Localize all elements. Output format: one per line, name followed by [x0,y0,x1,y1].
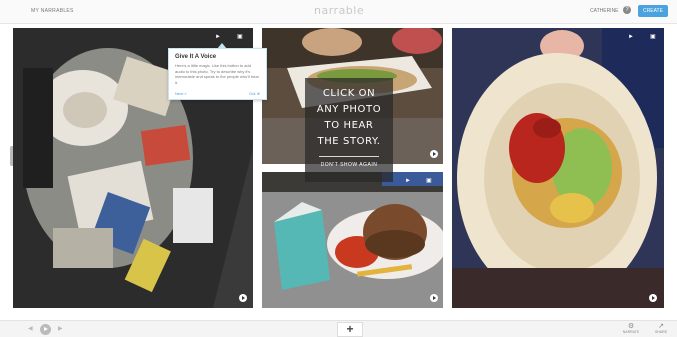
overlay-divider [319,156,379,157]
bottom-toolbar: ◀ ▶ + ⚙ NARRATE ↗ SHARE [0,320,677,337]
share-label: SHARE [654,330,668,334]
next-icon[interactable]: ▶ [58,326,66,332]
play-icon[interactable] [430,294,438,302]
photo-tile-burrito[interactable]: ► ▣ [452,28,664,308]
play-icon[interactable] [430,150,438,158]
user-menu[interactable]: CATHERINE [590,8,619,14]
image-icon[interactable]: ▣ [237,34,243,40]
burrito-photo [452,28,664,308]
image-icon[interactable]: ▣ [650,34,656,40]
play-icon[interactable] [239,294,247,302]
photo-tile-burger[interactable]: ► ▣ [262,172,443,308]
tooltip-body: Here's a little magic. Use this button t… [175,63,259,85]
narrate-button[interactable]: ⚙ NARRATE [620,323,642,335]
add-photo-button[interactable]: + [337,322,363,337]
top-bar: MY NARRABLES narrable CATHERINE ? CREATE [0,0,677,24]
play-all-button[interactable] [40,324,51,335]
overlay-line-4: THE STORY. [317,136,381,147]
share-icon: ↗ [658,323,664,330]
app-logo[interactable]: narrable [314,4,364,17]
tooltip-next-link[interactable]: Next » [175,91,187,96]
image-icon[interactable]: ▣ [426,178,432,184]
narrate-label: NARRATE [622,330,640,334]
overlay-message: CLICK ON ANY PHOTO TO HEAR THE STORY. [305,86,393,150]
play-icon[interactable] [649,294,657,302]
help-icon[interactable]: ? [623,6,631,14]
gear-icon: ⚙ [627,323,635,330]
overlay-line-1: CLICK ON [322,88,376,99]
speaker-icon[interactable]: ► [215,34,221,40]
tooltip-done-link[interactable]: Got It! [249,91,260,96]
previous-icon[interactable]: ◀ [28,326,36,332]
speaker-icon[interactable]: ► [405,178,411,184]
tooltip-title: Give It A Voice [175,54,217,60]
overlay-line-2: ANY PHOTO [316,104,382,115]
create-button[interactable]: CREATE [638,5,668,17]
speaker-icon[interactable]: ► [628,34,634,40]
instruction-overlay: CLICK ON ANY PHOTO TO HEAR THE STORY. DO… [305,78,393,182]
voice-tooltip: Give It A Voice Here's a little magic. U… [168,43,267,100]
overlay-line-3: TO HEAR [324,120,374,131]
share-button[interactable]: ↗ SHARE [650,323,672,335]
dont-show-again-button[interactable]: DON'T SHOW AGAIN [305,162,393,168]
burger-photo [262,172,443,308]
my-narrables-link[interactable]: MY NARRABLES [31,8,74,14]
